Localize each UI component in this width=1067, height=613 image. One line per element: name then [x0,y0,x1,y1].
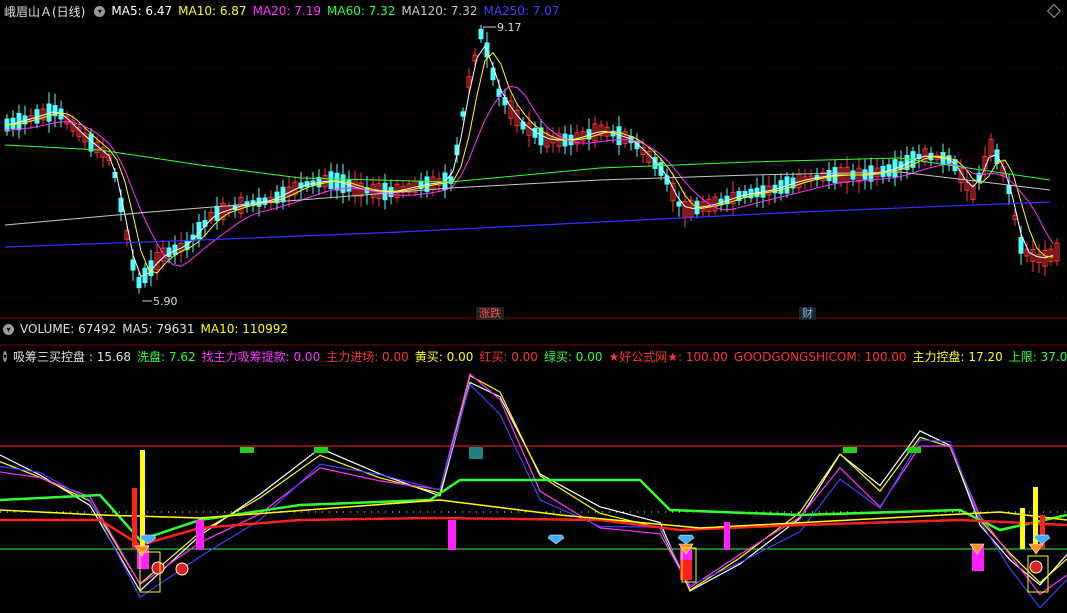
ma250-line [4,201,1051,248]
candle [214,205,220,221]
ball-icon [175,562,189,576]
chart-canvas[interactable]: 9.17 5.90 [0,0,1067,613]
candle [328,171,334,189]
yellow-spike [140,450,145,549]
high-price-label: 9.17 [497,21,522,34]
flag-icon [469,447,483,459]
green-marker [843,447,857,453]
ball-icon [1029,560,1043,574]
candle [478,28,484,40]
candle [130,259,136,271]
green-marker [314,447,328,453]
candle [136,277,142,289]
signal-bar [196,520,204,550]
candle [1018,237,1024,254]
ma120-line [4,171,1051,226]
green-band-line [0,478,1067,542]
diamond-icon [547,534,565,545]
event-marker-1[interactable]: 涨跌 [476,307,504,320]
candle [676,201,682,207]
yellow-band-line [0,499,1067,529]
ball-icon [151,561,165,575]
event-marker-2[interactable]: 财 [799,307,816,320]
yellow-spike [1020,508,1025,549]
low-price-label: 5.90 [153,295,178,308]
green-marker [240,447,254,453]
diamond-icon [677,534,695,545]
red-band-line [0,516,1067,547]
candle [166,247,172,257]
red-spike [132,488,137,549]
green-marker [907,447,921,453]
signal-bar [448,520,456,550]
signal-bar [724,522,730,550]
candle [460,111,466,117]
